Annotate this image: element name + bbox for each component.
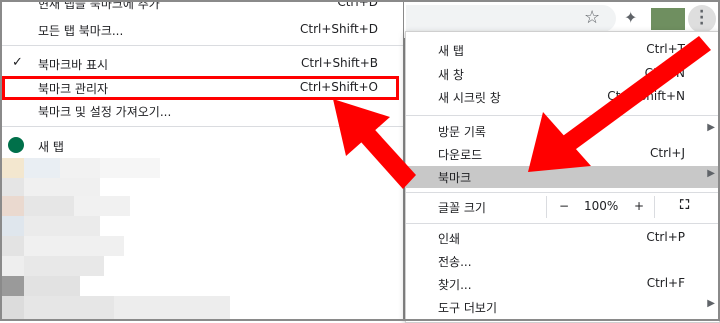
chevron-right-icon: ▶	[707, 168, 715, 179]
menu-item-label: 방문 기록	[438, 125, 486, 139]
menu-item-shortcut: Ctrl+F	[646, 276, 685, 290]
menu-item-shortcut: Ctrl+P	[646, 230, 685, 244]
menu-item-label: 전송...	[438, 255, 472, 269]
separator	[0, 126, 404, 127]
zoom-level: 100%	[584, 199, 619, 213]
bookmarks-submenu: 현재 탭을 북마크에 추가 Ctrl+D 모든 탭 북마크... Ctrl+Sh…	[0, 0, 404, 321]
menu-item-shortcut: Ctrl+T	[646, 42, 685, 56]
separator	[406, 115, 719, 116]
menu-item-print[interactable]: 인쇄 Ctrl+P	[406, 227, 719, 249]
menu-item-label: 새 시크릿 창	[438, 91, 501, 105]
menu-item-bookmarks[interactable]: 북마크 ▶	[406, 166, 719, 188]
bookmark-label: 새 탭	[38, 140, 64, 154]
zoom-out-button[interactable]: −	[559, 199, 569, 213]
menu-item-label: 다운로드	[438, 148, 483, 162]
menu-item-downloads[interactable]: 다운로드 Ctrl+J	[406, 143, 719, 165]
menu-item-more-tools[interactable]: 도구 더보기 ▶	[406, 296, 719, 318]
highlight-box	[2, 76, 399, 100]
menu-item-shortcut: Ctrl+D	[337, 0, 378, 9]
menu-item-label: 모든 탭 북마크...	[38, 24, 124, 38]
kebab-menu-button[interactable]: · · ·	[688, 5, 716, 33]
menu-item-import-bookmarks[interactable]: 북마크 및 설정 가져오기...	[0, 100, 404, 122]
fullscreen-icon[interactable]: ⛶	[680, 198, 689, 213]
menu-item-bookmark-all-tabs[interactable]: 모든 탭 북마크... Ctrl+Shift+D	[0, 19, 404, 41]
menu-item-label: 현재 탭을 북마크에 추가	[38, 0, 160, 11]
menu-item-history[interactable]: 방문 기록 ▶	[406, 120, 719, 142]
menu-item-zoom: 글꼴 크기 − 100% + ⛶	[406, 196, 719, 218]
menu-item-incognito[interactable]: 새 시크릿 창 Ctrl+Shift+N	[406, 86, 719, 108]
menu-item-label: 북마크 및 설정 가져오기...	[38, 105, 172, 119]
separator	[406, 192, 719, 193]
menu-item-label: 인쇄	[438, 232, 461, 246]
divider	[654, 196, 655, 218]
menu-item-find[interactable]: 찾기... Ctrl+F	[406, 273, 719, 295]
profile-avatar[interactable]	[651, 8, 685, 30]
menu-item-add-bookmark[interactable]: 현재 탭을 북마크에 추가 Ctrl+D	[0, 0, 404, 14]
blurred-bookmarks	[0, 158, 230, 321]
zoom-in-button[interactable]: +	[634, 199, 644, 213]
menu-item-new-window[interactable]: 새 창 Ctrl+N	[406, 63, 719, 85]
favicon-icon	[8, 137, 24, 153]
menu-item-shortcut: Ctrl+Shift+D	[300, 22, 378, 36]
menu-item-label: 도구 더보기	[438, 301, 498, 315]
star-icon[interactable]: ☆	[584, 7, 600, 28]
chevron-right-icon: ▶	[707, 298, 715, 309]
menu-item-label: 찾기...	[438, 278, 472, 292]
menu-item-label: 글꼴 크기	[438, 201, 486, 215]
menu-item-shortcut: Ctrl+Shift+N	[607, 89, 685, 103]
menu-item-label: 북마크	[438, 171, 472, 185]
menu-item-shortcut: Ctrl+J	[650, 146, 685, 160]
checkmark-icon: ✓	[12, 55, 23, 70]
bookmark-item-new-tab[interactable]: 새 탭	[0, 135, 404, 157]
divider	[546, 196, 547, 218]
menu-item-cast[interactable]: 전송...	[406, 250, 719, 272]
kebab-icon: · · ·	[699, 4, 705, 32]
separator	[0, 45, 404, 46]
puzzle-icon[interactable]: ✦	[624, 8, 637, 27]
menu-item-new-tab[interactable]: 새 탭 Ctrl+T	[406, 39, 719, 61]
chrome-main-menu: 새 탭 Ctrl+T 새 창 Ctrl+N 새 시크릿 창 Ctrl+Shift…	[405, 31, 720, 323]
menu-item-label: 새 창	[438, 68, 464, 82]
menu-item-label: 새 탭	[438, 44, 464, 58]
menu-item-show-bookmarks-bar[interactable]: ✓ 북마크바 표시 Ctrl+Shift+B	[0, 53, 404, 75]
menu-item-shortcut: Ctrl+Shift+B	[301, 56, 378, 70]
separator	[406, 223, 719, 224]
menu-item-shortcut: Ctrl+N	[644, 66, 685, 80]
chevron-right-icon: ▶	[707, 122, 715, 133]
menu-item-label: 북마크바 표시	[38, 58, 109, 72]
